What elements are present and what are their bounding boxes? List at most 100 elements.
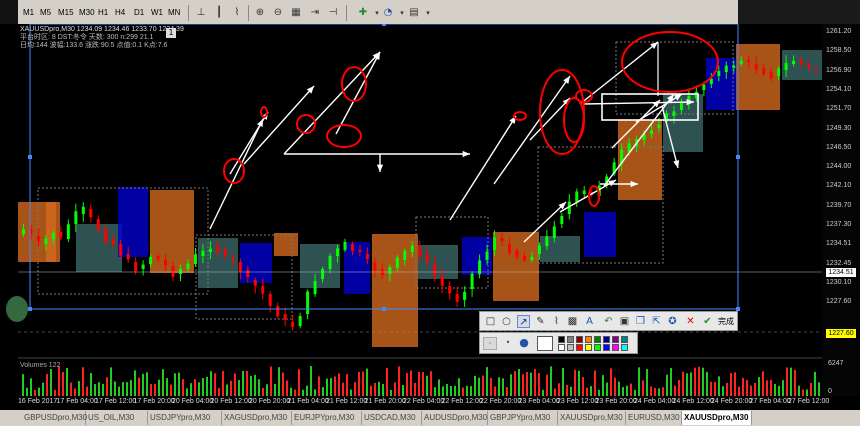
candle-body [111, 239, 115, 245]
symbol-tab[interactable]: GBPUSDpro,M30 [22, 411, 87, 425]
scroll-indicator[interactable] [6, 296, 28, 322]
highlighter-icon[interactable]: ⌇ [550, 315, 563, 328]
color-swatch[interactable] [603, 344, 610, 351]
volume-bar [318, 376, 320, 396]
copy-icon[interactable]: ❐ [634, 315, 647, 328]
candle-body [350, 244, 354, 251]
volume-bar [306, 385, 308, 396]
chevron-down-icon[interactable]: ▾ [421, 6, 435, 20]
symbol-tab[interactable]: XAUUSDpro,M30 [558, 411, 626, 425]
symbol-tab[interactable]: US_OIL,M30 [86, 411, 148, 425]
arrow-icon[interactable]: ↗ [517, 315, 530, 328]
color-swatch[interactable] [594, 344, 601, 351]
volume-bar [218, 387, 220, 396]
volume-bar [806, 389, 808, 396]
symbol-tab[interactable]: EURUSD,M30 [626, 411, 682, 425]
candle-body [373, 262, 377, 271]
candle-body [500, 238, 504, 242]
candle-body [66, 224, 70, 239]
volume-bar [58, 366, 60, 396]
bar-chart-icon[interactable]: ┃ [212, 6, 226, 20]
undo-icon[interactable]: ↶ [602, 315, 615, 328]
zoom-in-icon[interactable]: ⊕ [253, 6, 267, 20]
color-swatch[interactable] [612, 336, 619, 343]
share-icon[interactable]: ⇱ [650, 315, 663, 328]
chart-shift-icon[interactable]: ⊣ [326, 6, 340, 20]
volume-bar [614, 377, 616, 396]
autoscroll-icon[interactable]: ⇥ [308, 6, 322, 20]
time-label: 24 Feb 20:00 [711, 398, 753, 405]
color-swatch[interactable] [558, 336, 565, 343]
tile-icon[interactable]: ▦ [289, 6, 303, 20]
symbol-tab[interactable]: USDJPYpro,M30 [148, 411, 222, 425]
size-medium-icon[interactable]: • [501, 337, 515, 350]
volume-bar [270, 366, 272, 396]
close-icon[interactable]: ✕ [684, 315, 697, 328]
symbol-tab[interactable]: AUDUSDpro,M30 [422, 411, 488, 425]
size-large-icon[interactable]: ● [517, 337, 531, 350]
timeframe-mn[interactable]: MN [168, 6, 180, 20]
symbol-tab[interactable]: XAUUSDpro,M30 [682, 411, 752, 425]
color-swatch[interactable] [576, 344, 583, 351]
color-swatch[interactable] [603, 336, 610, 343]
timeframe-m1[interactable]: M1 [23, 6, 34, 20]
volume-bar [378, 381, 380, 396]
bookmark-icon[interactable]: ✪ [666, 315, 679, 328]
symbol-tab[interactable]: EURJPYpro,M30 [292, 411, 362, 425]
price-zone [418, 245, 458, 279]
symbol-tab[interactable]: XAGUSDpro,M30 [222, 411, 292, 425]
color-swatch[interactable] [585, 336, 592, 343]
volume-bar [694, 367, 696, 396]
timeframe-h1[interactable]: H1 [98, 6, 108, 20]
timeframe-h4[interactable]: H4 [115, 6, 125, 20]
volume-bar [382, 384, 384, 396]
zoom-out-icon[interactable]: ⊖ [271, 6, 285, 20]
timeframe-m30[interactable]: M30 [79, 6, 95, 20]
timeframe-m5[interactable]: M5 [40, 6, 51, 20]
toolbar-separator [346, 5, 347, 21]
time-label: 21 Feb 12:00 [326, 398, 368, 405]
size-small-icon[interactable]: · [483, 337, 497, 350]
color-swatch[interactable] [621, 344, 628, 351]
color-swatch[interactable] [567, 336, 574, 343]
volume-bar [166, 378, 168, 396]
pen-icon[interactable]: ✎ [534, 315, 547, 328]
rectangle-icon[interactable]: □ [484, 315, 497, 328]
color-swatch[interactable] [576, 336, 583, 343]
line-chart-icon[interactable]: ⌇ [230, 6, 244, 20]
timeframe-d1[interactable]: D1 [134, 6, 144, 20]
volume-bar [266, 384, 268, 396]
color-swatch[interactable] [567, 344, 574, 351]
color-swatch[interactable] [621, 336, 628, 343]
line-studies-icon[interactable]: ⊥ [194, 6, 208, 20]
volume-bar [722, 386, 724, 396]
candle-body [291, 322, 295, 327]
info-close-box[interactable]: 1 [166, 28, 176, 38]
color-swatch[interactable] [612, 344, 619, 351]
text-icon[interactable]: A [583, 315, 596, 328]
volume-bar [210, 371, 212, 396]
color-swatch[interactable] [585, 344, 592, 351]
color-swatch[interactable] [594, 336, 601, 343]
check-icon[interactable]: ✔ [701, 315, 714, 328]
mosaic-icon[interactable]: ▩ [566, 315, 579, 328]
symbol-tab[interactable]: USDCAD,M30 [362, 411, 422, 425]
volume-bar [162, 369, 164, 396]
color-swatch[interactable] [558, 344, 565, 351]
timeframe-w1[interactable]: W1 [151, 6, 163, 20]
indicators-icon[interactable]: ✚ [356, 6, 370, 20]
price-chart[interactable] [18, 24, 860, 396]
save-icon[interactable]: ▣ [618, 315, 631, 328]
done-button[interactable]: 完成 [715, 315, 737, 328]
annotation-arrow [209, 118, 264, 230]
volume-bar [126, 382, 128, 396]
templates-icon[interactable]: ▤ [407, 6, 421, 20]
main-toolbar: M1 M5 M15 M30 H1 H4 D1 W1 MN ⊥ ┃ ⌇ ⊕ ⊖ ▦… [0, 0, 860, 24]
volume-bar [138, 377, 140, 396]
price-level: 1261.20 [826, 28, 852, 35]
ellipse-icon[interactable]: ○ [500, 315, 513, 328]
periods-icon[interactable]: ◔ [381, 6, 395, 20]
timeframe-m15[interactable]: M15 [58, 6, 74, 20]
price-zone [150, 190, 194, 273]
symbol-tab[interactable]: GBPJPYpro,M30 [488, 411, 558, 425]
